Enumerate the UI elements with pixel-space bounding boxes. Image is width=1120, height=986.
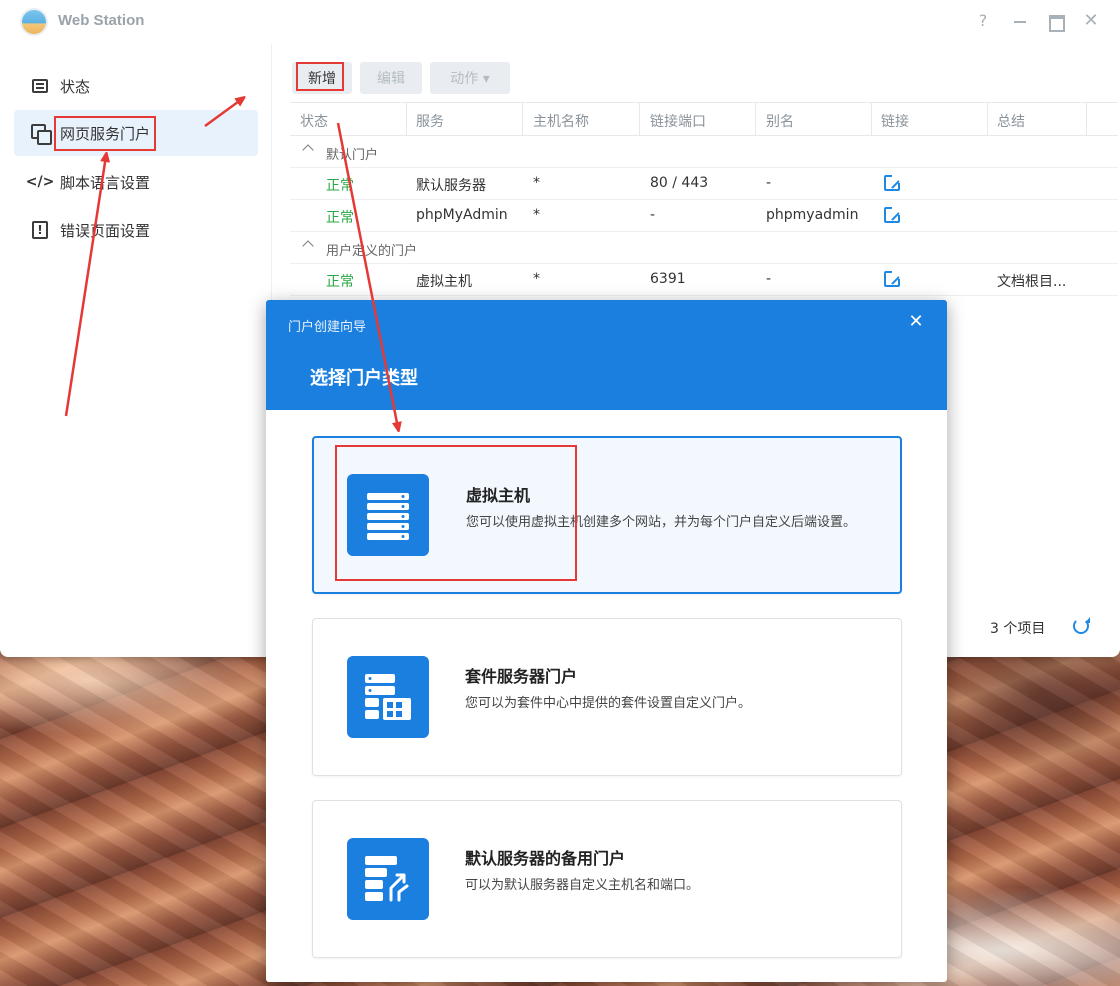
- maximize-icon[interactable]: [1044, 10, 1066, 32]
- chevron-up-icon[interactable]: [302, 144, 314, 156]
- group-row-default[interactable]: 默认门户: [290, 136, 1118, 168]
- portal-table: 状态 服务 主机名称 链接端口 别名 链接 总结 默认门户 正常 默认服务器 *…: [290, 102, 1118, 296]
- sidebar: 状态 网页服务门户 </> 脚本语言设置 ! 错误页面设置: [0, 44, 272, 657]
- title-bar: Web Station ? ✕: [0, 0, 1120, 44]
- service-cell: phpMyAdmin: [416, 207, 508, 223]
- external-link-icon[interactable]: [884, 175, 900, 191]
- portal-icon: [30, 123, 52, 145]
- sidebar-item-status[interactable]: 状态: [14, 63, 258, 109]
- group-label: 默认门户: [326, 148, 379, 163]
- option-package-server-portal[interactable]: 套件服务器门户 您可以为套件中心中提供的套件设置自定义门户。: [312, 618, 902, 776]
- status-icon: [30, 76, 50, 96]
- column-header[interactable]: 主机名称: [533, 111, 589, 131]
- port-cell: -: [650, 207, 656, 223]
- alias-cell: phpmyadmin: [766, 207, 859, 223]
- host-cell: *: [533, 271, 540, 287]
- help-icon[interactable]: ?: [972, 10, 994, 32]
- sidebar-item-web-portal[interactable]: 网页服务门户: [14, 110, 258, 156]
- option-title: 虚拟主机: [466, 486, 531, 505]
- status-cell: 正常: [326, 210, 354, 226]
- close-icon[interactable]: ✕: [906, 312, 926, 332]
- column-header[interactable]: 链接端口: [650, 111, 706, 131]
- option-alternate-portal[interactable]: 默认服务器的备用门户 可以为默认服务器自定义主机名和端口。: [312, 800, 902, 958]
- sidebar-item-label: 网页服务门户: [60, 124, 151, 143]
- minimize-icon[interactable]: [1009, 10, 1031, 32]
- host-cell: *: [533, 175, 540, 191]
- chevron-up-icon[interactable]: [302, 240, 314, 252]
- option-virtual-host[interactable]: 虚拟主机 您可以使用虚拟主机创建多个网站，并为每个门户自定义后端设置。: [312, 436, 902, 594]
- external-link-icon[interactable]: [884, 207, 900, 223]
- column-header[interactable]: 链接: [881, 111, 909, 131]
- table-row[interactable]: 正常 phpMyAdmin * - phpmyadmin: [290, 200, 1118, 232]
- table-header: 状态 服务 主机名称 链接端口 别名 链接 总结: [290, 102, 1118, 136]
- virtual-host-icon: [347, 474, 429, 556]
- table-row[interactable]: 正常 默认服务器 * 80 / 443 -: [290, 168, 1118, 200]
- port-cell: 80 / 443: [650, 175, 709, 191]
- alias-cell: -: [766, 271, 772, 287]
- web-station-app-icon: [20, 8, 48, 36]
- action-button[interactable]: 动作 ▾: [430, 62, 510, 94]
- package-server-icon: [347, 656, 429, 738]
- external-link-icon[interactable]: [884, 271, 900, 287]
- wizard-header: 门户创建向导 ✕ 选择门户类型: [266, 300, 947, 410]
- code-icon: </>: [25, 174, 55, 190]
- new-button[interactable]: 新增: [292, 62, 352, 94]
- status-cell: 正常: [326, 178, 354, 194]
- option-title: 套件服务器门户: [465, 667, 578, 686]
- column-header[interactable]: 别名: [766, 111, 794, 131]
- option-title: 默认服务器的备用门户: [465, 849, 626, 868]
- group-row-user-defined[interactable]: 用户定义的门户: [290, 232, 1118, 264]
- alias-cell: -: [766, 175, 772, 191]
- status-cell: 正常: [326, 274, 354, 290]
- close-icon[interactable]: ✕: [1080, 10, 1102, 32]
- column-header[interactable]: 状态: [300, 111, 328, 131]
- option-description: 您可以为套件中心中提供的套件设置自定义门户。: [465, 696, 752, 711]
- port-cell: 6391: [650, 271, 686, 287]
- host-cell: *: [533, 207, 540, 223]
- sidebar-item-error-page[interactable]: ! 错误页面设置: [14, 207, 258, 253]
- column-header[interactable]: 总结: [997, 111, 1025, 131]
- alternate-portal-icon: [347, 838, 429, 920]
- portal-creation-wizard: 门户创建向导 ✕ 选择门户类型 虚拟主机 您可以使用虚拟主机创建多个网站，并为每…: [266, 300, 947, 982]
- table-row[interactable]: 正常 虚拟主机 * 6391 - 文档根目...: [290, 264, 1118, 296]
- option-description: 可以为默认服务器自定义主机名和端口。: [465, 878, 700, 893]
- service-cell: 默认服务器: [416, 178, 486, 194]
- sidebar-item-label: 状态: [60, 77, 91, 96]
- service-cell: 虚拟主机: [416, 274, 472, 290]
- summary-cell: 文档根目...: [997, 274, 1067, 290]
- wizard-step-title: 选择门户类型: [310, 368, 418, 389]
- refresh-icon[interactable]: [1073, 617, 1090, 634]
- column-header[interactable]: 服务: [416, 111, 444, 131]
- sidebar-item-script-language[interactable]: </> 脚本语言设置: [14, 159, 258, 205]
- sidebar-item-label: 脚本语言设置: [60, 173, 151, 192]
- edit-button[interactable]: 编辑: [360, 62, 422, 94]
- option-description: 您可以使用虚拟主机创建多个网站，并为每个门户自定义后端设置。: [466, 515, 857, 530]
- error-page-icon: !: [30, 220, 50, 240]
- item-count: 3 个项目: [990, 621, 1046, 637]
- wizard-name: 门户创建向导: [288, 320, 367, 335]
- app-title: Web Station: [58, 12, 145, 29]
- sidebar-item-label: 错误页面设置: [60, 221, 151, 240]
- group-label: 用户定义的门户: [326, 244, 418, 259]
